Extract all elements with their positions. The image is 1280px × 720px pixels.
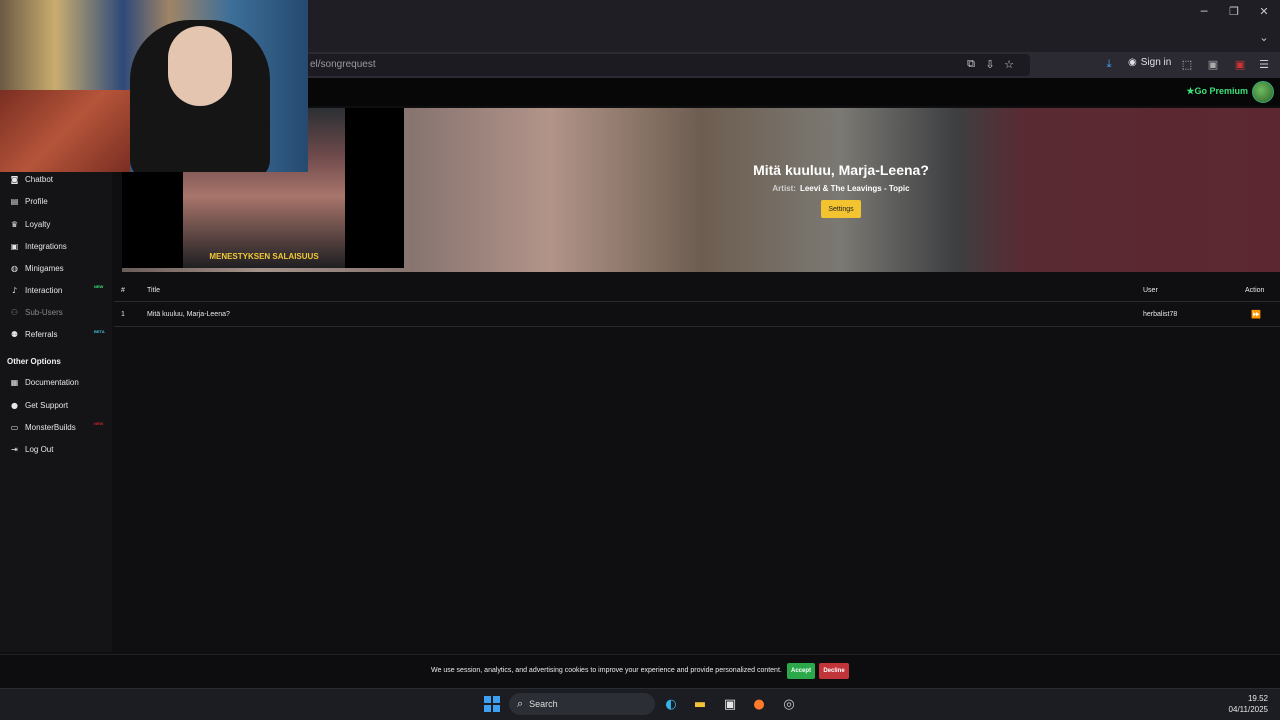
- settings-button[interactable]: Settings: [821, 200, 861, 218]
- picture-in-picture-icon[interactable]: ⧉: [963, 56, 979, 72]
- webcam-overlay: [0, 0, 308, 172]
- sidebar-item-label: Chatbot: [25, 174, 54, 184]
- minimize-icon[interactable]: ─: [1188, 0, 1220, 22]
- queue-header: # Title User Action: [114, 280, 1280, 302]
- address-text[interactable]: el/songrequest: [310, 59, 376, 70]
- column-user: User: [1143, 287, 1158, 294]
- downloads-icon[interactable]: ⤓: [1101, 56, 1117, 72]
- laptop-icon: ▭: [10, 422, 19, 432]
- beta-tag: BETA: [94, 329, 105, 334]
- sidebar-item-label: Loyalty: [25, 219, 51, 229]
- account-icon: ◉: [1128, 57, 1137, 68]
- taskbar-search[interactable]: ⌕ Search: [509, 693, 655, 715]
- sidebar-item-documentation[interactable]: ▦ Documentation: [10, 374, 79, 390]
- column-index: #: [121, 287, 125, 294]
- sidebar-item-label: Sub-Users: [25, 307, 63, 317]
- logout-icon: ⇥: [11, 444, 18, 454]
- sidebar-item-label: Get Support: [25, 400, 69, 410]
- restore-icon[interactable]: ❐: [1218, 0, 1250, 22]
- profile-icon: ▤: [10, 196, 19, 206]
- edge-icon[interactable]: ◐: [661, 694, 681, 714]
- sidebar-item-label: Profile: [25, 196, 48, 206]
- integrations-icon: ▣: [10, 241, 19, 251]
- sidebar-item-chatbot[interactable]: ◙ Chatbot: [10, 171, 53, 187]
- sign-in-button[interactable]: ◉ Sign in: [1128, 57, 1171, 68]
- sidebar-item-loyalty[interactable]: ♛ Loyalty: [10, 216, 50, 232]
- accept-cookies-button[interactable]: Accept: [787, 663, 815, 679]
- decline-cookies-button[interactable]: Decline: [819, 663, 849, 679]
- store-icon[interactable]: ▣: [720, 694, 740, 714]
- app-icon[interactable]: ◎: [779, 694, 799, 714]
- artist-label: Artist:: [772, 184, 796, 193]
- firefox-icon[interactable]: ●: [749, 694, 769, 714]
- support-icon: ●: [11, 400, 18, 410]
- go-premium-label: Go Premium: [1194, 86, 1248, 96]
- song-title: Mitä kuuluu, Marja-Leena?: [753, 162, 929, 178]
- sidebar-item-label: MonsterBuilds: [25, 422, 76, 432]
- trophy-icon: ♛: [10, 219, 19, 229]
- windows-start-icon[interactable]: [484, 696, 500, 712]
- go-premium-link[interactable]: ★Go Premium: [1186, 86, 1248, 97]
- cookie-text: We use session, analytics, and advertisi…: [431, 667, 782, 674]
- row-index: 1: [121, 311, 125, 318]
- sidebar-item-interaction[interactable]: ♪ Interaction: [10, 282, 62, 298]
- tab-list-chevron-icon[interactable]: ⌄: [1254, 28, 1274, 46]
- table-row: 1 Mitä kuuluu, Marja-Leena? herbalist78: [114, 303, 1280, 327]
- sidebar-item-integrations[interactable]: ▣ Integrations: [10, 238, 67, 254]
- extension-2-icon[interactable]: ▣: [1232, 56, 1248, 72]
- search-icon: ⌕: [517, 697, 524, 710]
- skip-forward-icon[interactable]: ⏩: [1251, 310, 1261, 319]
- sidebar-item-monsterbuilds[interactable]: ▭ MonsterBuilds: [10, 419, 76, 435]
- sign-in-label: Sign in: [1140, 57, 1172, 68]
- save-to-pocket-icon[interactable]: ⇩: [982, 56, 998, 72]
- other-options-heading: Other Options: [7, 357, 61, 366]
- clock-time[interactable]: 19.52: [1248, 694, 1268, 703]
- new-tag: NEW: [94, 421, 104, 426]
- sidebar-item-label: Integrations: [25, 241, 67, 251]
- extension-1-icon[interactable]: ▣: [1205, 56, 1221, 72]
- search-label: Search: [529, 699, 558, 709]
- avatar[interactable]: [1252, 81, 1274, 103]
- sidebar-item-label: Referrals: [25, 329, 58, 339]
- sidebar-item-label: Minigames: [25, 263, 64, 273]
- sidebar-item-label: Documentation: [25, 377, 79, 387]
- chat-icon: ◙: [10, 174, 19, 184]
- referrals-icon: ⚉: [10, 329, 19, 339]
- extensions-icon[interactable]: ⬚: [1179, 56, 1195, 72]
- column-title: Title: [147, 287, 160, 294]
- sidebar-item-minigames[interactable]: ◍ Minigames: [10, 260, 64, 276]
- sidebar-item-get-support[interactable]: ● Get Support: [10, 397, 68, 413]
- sidebar-item-profile[interactable]: ▤ Profile: [10, 193, 48, 209]
- address-bar[interactable]: [300, 54, 1030, 76]
- new-tag: NEW: [94, 284, 104, 289]
- gamepad-icon: ◍: [11, 263, 18, 273]
- artist-name: Leevi & The Leavings - Topic: [799, 184, 910, 193]
- music-icon: ♪: [11, 285, 18, 295]
- clock-date[interactable]: 04/11/2025: [1229, 705, 1268, 714]
- subusers-icon: ⚇: [10, 307, 19, 317]
- bookmark-star-icon[interactable]: ☆: [1001, 56, 1017, 72]
- sidebar-item-log-out[interactable]: ⇥ Log Out: [10, 441, 53, 457]
- row-user: herbalist78: [1143, 311, 1178, 318]
- doc-icon: ▦: [10, 377, 19, 387]
- sidebar-item-label: Interaction: [25, 285, 63, 295]
- video-caption: MENESTYKSEN SALAISUUS: [209, 252, 319, 261]
- sidebar-item-sub-users[interactable]: ⚇ Sub-Users: [10, 304, 63, 320]
- sidebar-item-label: Log Out: [25, 444, 54, 454]
- row-title: Mitä kuuluu, Marja-Leena?: [147, 311, 230, 318]
- sidebar-item-referrals[interactable]: ⚉ Referrals: [10, 326, 58, 342]
- menu-icon[interactable]: ☰: [1256, 56, 1272, 72]
- song-artist: Artist: Leevi & The Leavings - Topic: [700, 184, 982, 193]
- file-explorer-icon[interactable]: ▬: [690, 694, 710, 714]
- close-icon[interactable]: ✕: [1248, 0, 1280, 22]
- column-action: Action: [1245, 287, 1265, 294]
